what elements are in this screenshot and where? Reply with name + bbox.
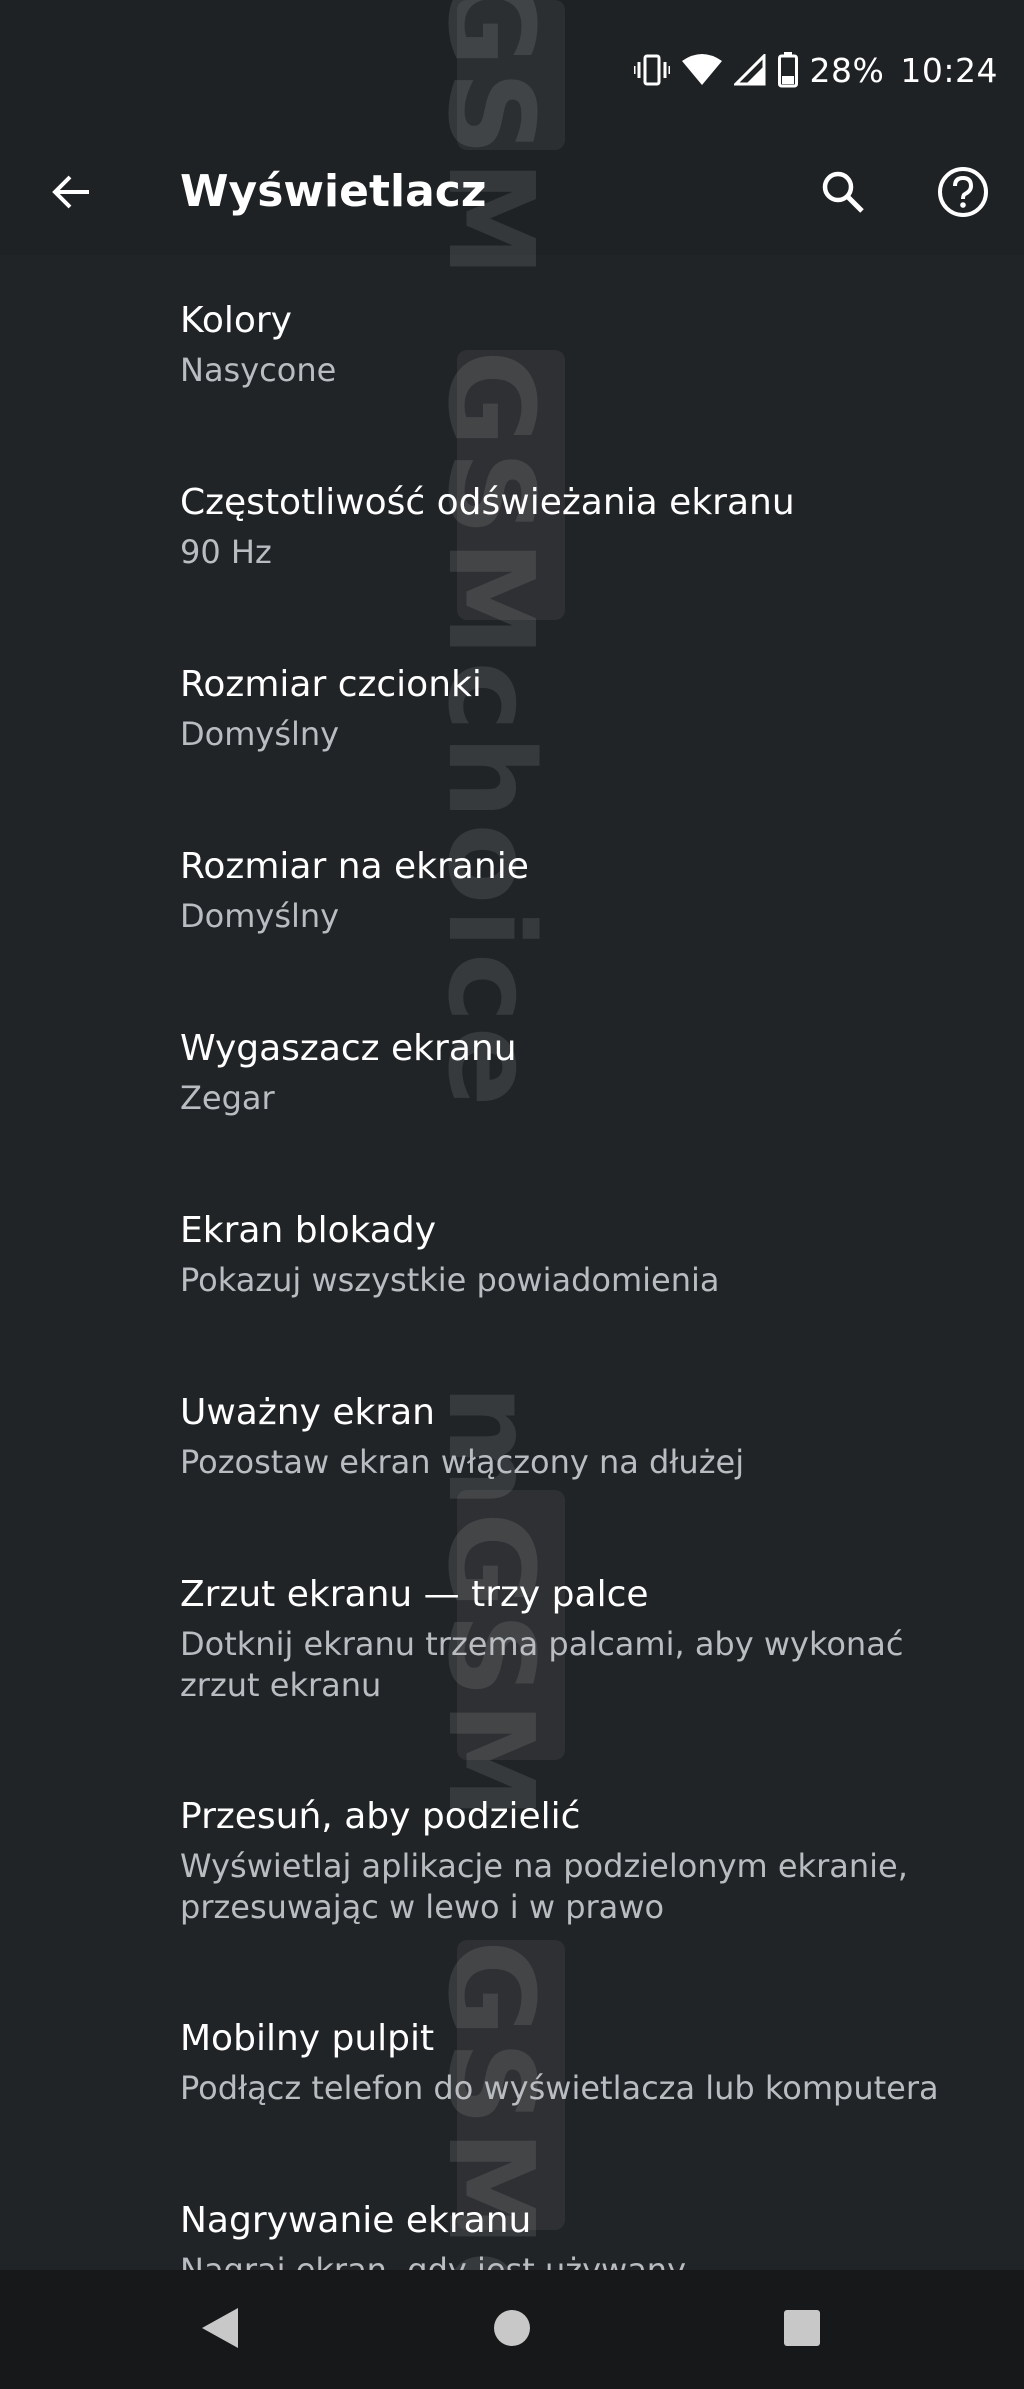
clock: 10:24 bbox=[900, 50, 998, 90]
setting-title: Rozmiar czcionki bbox=[180, 664, 482, 705]
setting-summary: Zegar bbox=[180, 1079, 275, 1117]
setting-font-size[interactable]: Rozmiar czcionki Domyślny bbox=[0, 619, 1024, 801]
wifi-icon bbox=[681, 53, 722, 87]
setting-summary: Wyświetlaj aplikacje na podzielonym ekra… bbox=[180, 1847, 908, 1926]
setting-title: Kolory bbox=[180, 300, 292, 341]
setting-attentive-display[interactable]: Uważny ekran Pozostaw ekran włączony na … bbox=[0, 1347, 1024, 1529]
setting-summary: Pokazuj wszystkie powiadomienia bbox=[180, 1261, 720, 1299]
nav-home-icon bbox=[492, 2308, 532, 2352]
setting-summary: Pozostaw ekran włączony na dłużej bbox=[180, 1443, 745, 1481]
arrow-back-icon bbox=[49, 170, 93, 218]
nav-home-button[interactable] bbox=[480, 2298, 544, 2362]
watermark-text: GSM bbox=[422, 0, 560, 282]
nav-recents-button[interactable] bbox=[770, 2298, 834, 2362]
setting-lock-screen[interactable]: Ekran blokady Pokazuj wszystkie powiadom… bbox=[0, 1165, 1024, 1347]
setting-three-finger-screenshot[interactable]: Zrzut ekranu — trzy palce Dotknij ekranu… bbox=[0, 1529, 1024, 1751]
setting-display-size[interactable]: Rozmiar na ekranie Domyślny bbox=[0, 801, 1024, 983]
setting-title: Ekran blokady bbox=[180, 1210, 437, 1251]
setting-summary: Domyślny bbox=[180, 897, 340, 935]
setting-title: Uważny ekran bbox=[180, 1392, 435, 1433]
setting-colors[interactable]: Kolory Nasycone bbox=[0, 255, 1024, 437]
status-icons: 28% 10:24 bbox=[633, 44, 998, 96]
nav-back-button[interactable] bbox=[188, 2298, 252, 2362]
setting-refresh-rate[interactable]: Częstotliwość odświeżania ekranu 90 Hz bbox=[0, 437, 1024, 619]
setting-title: Częstotliwość odświeżania ekranu bbox=[180, 482, 795, 523]
help-button[interactable] bbox=[928, 159, 998, 229]
nav-recents-icon bbox=[782, 2308, 822, 2352]
setting-mobile-desktop[interactable]: Mobilny pulpit Podłącz telefon do wyświe… bbox=[0, 1973, 1024, 2155]
back-button[interactable] bbox=[36, 159, 106, 229]
setting-summary: Dotknij ekranu trzema palcami, aby wykon… bbox=[180, 1625, 904, 1704]
nav-back-icon bbox=[200, 2306, 240, 2354]
setting-title: Nagrywanie ekranu bbox=[180, 2200, 532, 2241]
battery-icon bbox=[777, 52, 798, 88]
setting-title: Rozmiar na ekranie bbox=[180, 846, 529, 887]
navigation-bar bbox=[0, 2270, 1024, 2389]
setting-title: Wygaszacz ekranu bbox=[180, 1028, 517, 1069]
setting-summary: Podłącz telefon do wyświetlacza lub komp… bbox=[180, 2069, 939, 2107]
search-button[interactable] bbox=[808, 159, 878, 229]
setting-summary: Domyślny bbox=[180, 715, 340, 753]
setting-swipe-to-split[interactable]: Przesuń, aby podzielić Wyświetlaj aplika… bbox=[0, 1751, 1024, 1973]
help-icon bbox=[936, 165, 990, 223]
battery-percent: 28% bbox=[809, 50, 885, 90]
search-icon bbox=[820, 169, 866, 219]
setting-title: Zrzut ekranu — trzy palce bbox=[180, 1574, 649, 1615]
setting-title: Mobilny pulpit bbox=[180, 2018, 435, 2059]
setting-screen-saver[interactable]: Wygaszacz ekranu Zegar bbox=[0, 983, 1024, 1165]
setting-title: Przesuń, aby podzielić bbox=[180, 1796, 581, 1837]
setting-summary: Nasycone bbox=[180, 351, 337, 389]
cellular-signal-icon bbox=[733, 54, 766, 86]
vibrate-icon bbox=[633, 53, 670, 87]
setting-summary: 90 Hz bbox=[180, 533, 272, 571]
